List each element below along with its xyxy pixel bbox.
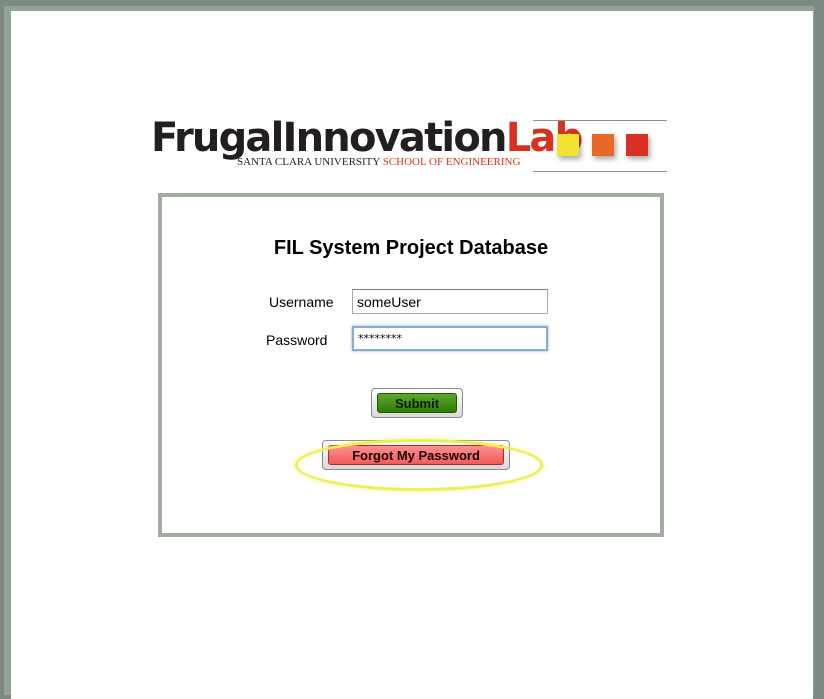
logo-sub-university: SANTA CLARA UNIVERSITY [237,156,380,168]
page-title: FIL System Project Database [273,237,549,259]
submit-button[interactable]: Submit [377,393,457,413]
frugal-innovation-lab-logo: FrugalInnovationLab SANTA CLARA UNIVERSI… [151,118,583,174]
orange-square-icon [592,134,614,156]
page: FrugalInnovationLab SANTA CLARA UNIVERSI… [11,11,813,699]
yellow-square-icon [557,134,579,156]
logo-sub-school: SCHOOL OF ENGINEERING [382,156,521,168]
username-label: Username [269,294,334,310]
password-label: Password [266,332,328,348]
username-input[interactable] [352,289,548,314]
brand-squares [533,120,667,172]
login-form: FIL System Project Database Username Pas… [158,193,664,537]
password-input[interactable] [352,326,548,351]
submit-button-frame: Submit [371,388,463,418]
red-square-icon [626,134,648,156]
forgot-password-button-frame: Forgot My Password [322,440,510,470]
forgot-password-button[interactable]: Forgot My Password [328,445,504,465]
logo-wordmark: FrugalInnovationLab [151,115,583,161]
logo-subtitle: SANTA CLARA UNIVERSITY SCHOOL OF ENGINEE… [237,157,520,168]
logo-word-dark: FrugalInnovation [151,115,507,161]
